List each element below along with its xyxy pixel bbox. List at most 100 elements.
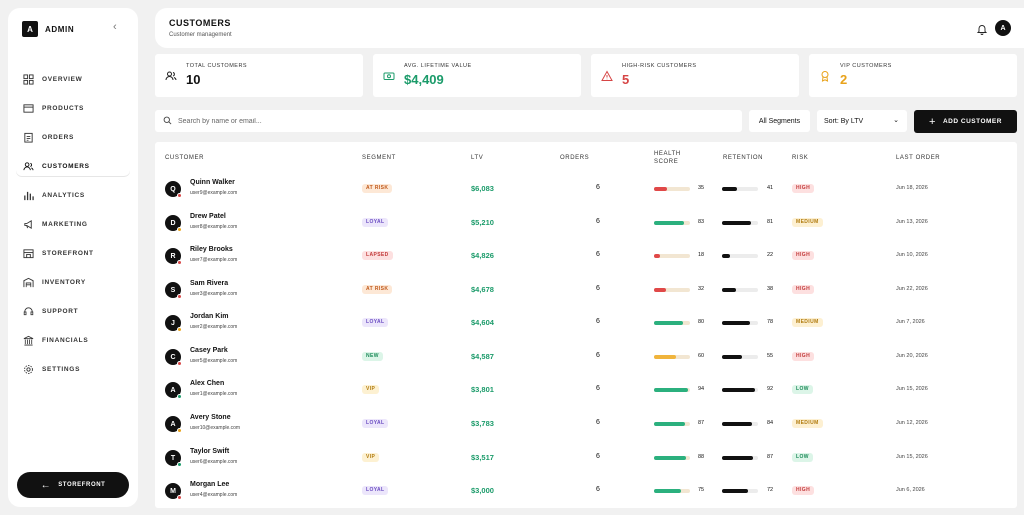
status-dot bbox=[177, 428, 182, 433]
retention-fill bbox=[722, 388, 756, 392]
table-row[interactable]: J Jordan Kim user2@example.com LOYAL $4,604 6… bbox=[155, 308, 1017, 342]
col-last-order[interactable]: LAST ORDER bbox=[896, 154, 940, 162]
sidebar-item-analytics[interactable]: ANALYTICS bbox=[8, 181, 138, 210]
customer-email: user4@example.com bbox=[190, 492, 238, 498]
sidebar-item-inventory[interactable]: INVENTORY bbox=[8, 268, 138, 297]
customer-email: user2@example.com bbox=[190, 324, 238, 330]
last-order-date: Jun 6, 2026 bbox=[896, 487, 925, 493]
health-score-value: 32 bbox=[698, 286, 705, 292]
sidebar-item-orders[interactable]: ORDERS bbox=[8, 123, 138, 152]
sidebar-item-support[interactable]: SUPPORT bbox=[8, 297, 138, 326]
last-order-date: Jun 15, 2026 bbox=[896, 386, 928, 392]
table-row[interactable]: C Casey Park user5@example.com NEW $4,587 6 60… bbox=[155, 342, 1017, 376]
customer-name[interactable]: Jordan Kim bbox=[190, 313, 229, 320]
risk-badge: HIGH bbox=[792, 352, 815, 361]
brand-logo: A bbox=[22, 21, 38, 37]
bell-icon[interactable] bbox=[976, 22, 988, 35]
col-orders[interactable]: ORDERS bbox=[560, 154, 589, 162]
orders-count: 6 bbox=[596, 453, 600, 460]
sort-select[interactable]: Sort: By LTV ⌄ bbox=[817, 110, 907, 132]
retention-value: 38 bbox=[767, 286, 774, 292]
health-score-bar bbox=[654, 221, 690, 225]
brand: A ADMIN bbox=[22, 21, 74, 37]
sidebar-item-label: SETTINGS bbox=[42, 366, 81, 373]
segment-badge: LOYAL bbox=[362, 419, 389, 428]
customer-name[interactable]: Alex Chen bbox=[190, 380, 224, 387]
table-row[interactable]: A Avery Stone user10@example.com LOYAL $3,78… bbox=[155, 409, 1017, 443]
health-score-bar bbox=[654, 321, 690, 325]
health-score-bar bbox=[654, 456, 690, 460]
retention-fill bbox=[722, 288, 736, 292]
add-customer-button[interactable]: + ADD CUSTOMER bbox=[914, 110, 1017, 133]
retention-bar bbox=[722, 355, 758, 359]
avatar: Q bbox=[165, 181, 182, 198]
segment-filter-select[interactable]: All Segments bbox=[749, 110, 810, 132]
last-order-date: Jun 20, 2026 bbox=[896, 353, 928, 359]
table-row[interactable]: A Alex Chen user1@example.com VIP $3,801 6 94 9… bbox=[155, 375, 1017, 409]
col-ltv[interactable]: LTV bbox=[471, 154, 483, 162]
segment-badge: LOYAL bbox=[362, 318, 389, 327]
support-icon bbox=[22, 306, 34, 318]
sidebar-item-customers[interactable]: CUSTOMERS bbox=[8, 152, 138, 181]
risk-badge: LOW bbox=[792, 453, 813, 462]
table-row[interactable]: Q Quinn Walker user9@example.com AT RISK $6,… bbox=[155, 174, 1017, 208]
customer-name[interactable]: Casey Park bbox=[190, 347, 228, 354]
avatar-initial: J bbox=[171, 319, 175, 327]
table-row[interactable]: T Taylor Swift user6@example.com VIP $3,517 6… bbox=[155, 443, 1017, 477]
orders-count: 6 bbox=[596, 285, 600, 292]
sidebar-item-label: FINANCIALS bbox=[42, 337, 89, 344]
search-input[interactable] bbox=[178, 117, 718, 125]
sidebar-item-products[interactable]: PRODUCTS bbox=[8, 94, 138, 123]
sidebar-item-settings[interactable]: SETTINGS bbox=[8, 355, 138, 384]
customer-name[interactable]: Quinn Walker bbox=[190, 179, 235, 186]
table-row[interactable]: M Morgan Lee user4@example.com LOYAL $3,000 6… bbox=[155, 476, 1017, 510]
sidebar-item-overview[interactable]: OVERVIEW bbox=[8, 65, 138, 94]
table-row[interactable]: R Riley Brooks user7@example.com LAPSED $4,8… bbox=[155, 241, 1017, 275]
health-score-fill bbox=[654, 489, 681, 493]
retention-fill bbox=[722, 221, 752, 225]
health-score-fill bbox=[654, 221, 684, 225]
retention-bar bbox=[722, 422, 758, 426]
col-customer[interactable]: CUSTOMER bbox=[165, 154, 204, 162]
customer-name[interactable]: Sam Rivera bbox=[190, 280, 228, 287]
ltv-value: $4,826 bbox=[471, 251, 494, 260]
health-score-value: 87 bbox=[698, 420, 705, 426]
sidebar-item-label: SUPPORT bbox=[42, 308, 79, 315]
orders-count: 6 bbox=[596, 184, 600, 191]
gear-icon bbox=[22, 364, 34, 376]
col-segment[interactable]: SEGMENT bbox=[362, 154, 396, 162]
retention-value: 72 bbox=[767, 487, 774, 493]
sidebar-item-label: INVENTORY bbox=[42, 279, 86, 286]
ltv-value: $3,783 bbox=[471, 419, 494, 428]
user-avatar[interactable]: A bbox=[995, 20, 1011, 36]
grid-icon bbox=[22, 74, 34, 86]
health-score-fill bbox=[654, 187, 667, 191]
customer-name[interactable]: Taylor Swift bbox=[190, 448, 229, 455]
customer-name[interactable]: Drew Patel bbox=[190, 213, 226, 220]
sidebar-item-label: OVERVIEW bbox=[42, 76, 83, 83]
award-icon bbox=[819, 69, 831, 82]
retention-value: 92 bbox=[767, 386, 774, 392]
sidebar-item-storefront[interactable]: STOREFRONT bbox=[8, 239, 138, 268]
retention-fill bbox=[722, 422, 753, 426]
collapse-sidebar-icon[interactable]: ‹ bbox=[113, 21, 117, 33]
risk-badge: MEDIUM bbox=[792, 318, 823, 327]
col-retention[interactable]: RETENTION bbox=[723, 154, 763, 162]
table-row[interactable]: D Drew Patel user8@example.com LOYAL $5,210 6… bbox=[155, 208, 1017, 242]
customer-email: user9@example.com bbox=[190, 190, 238, 196]
sidebar-item-marketing[interactable]: MARKETING bbox=[8, 210, 138, 239]
health-score-bar bbox=[654, 187, 690, 191]
customer-name[interactable]: Riley Brooks bbox=[190, 246, 233, 253]
col-risk[interactable]: RISK bbox=[792, 154, 808, 162]
orders-count: 6 bbox=[596, 218, 600, 225]
storefront-button[interactable]: ← STOREFRONT bbox=[17, 472, 129, 498]
status-dot bbox=[177, 495, 182, 500]
stat-value: 10 bbox=[186, 72, 201, 87]
sidebar-item-label: CUSTOMERS bbox=[42, 163, 90, 170]
col-health-score[interactable]: HEALTH SCORE bbox=[654, 150, 681, 166]
avatar-initial: Q bbox=[170, 185, 176, 193]
table-row[interactable]: S Sam Rivera user3@example.com AT RISK $4,67… bbox=[155, 275, 1017, 309]
customer-name[interactable]: Avery Stone bbox=[190, 414, 231, 421]
customer-name[interactable]: Morgan Lee bbox=[190, 481, 229, 488]
sidebar-item-financials[interactable]: FINANCIALS bbox=[8, 326, 138, 355]
